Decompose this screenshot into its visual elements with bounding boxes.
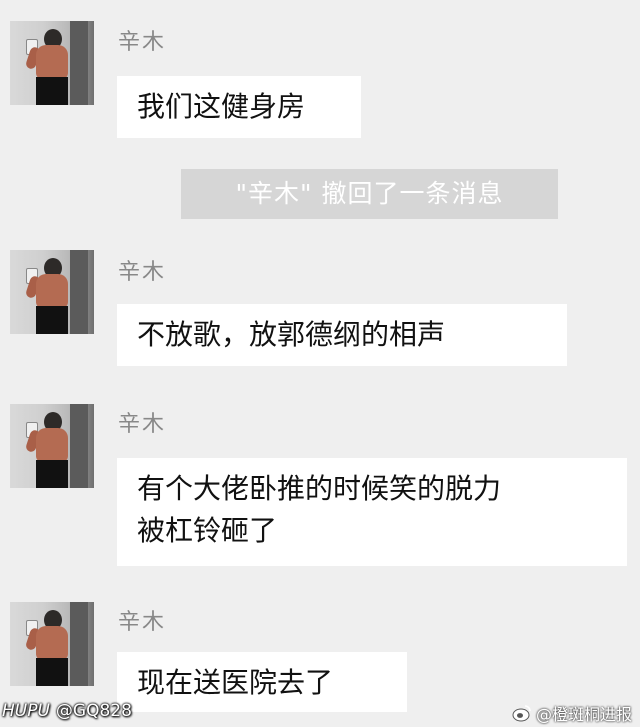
message-text-line-2: 被杠铃砸了 (137, 514, 278, 547)
watermark-text: @橙斑桐进报 (535, 705, 632, 724)
sender-name: 辛木 (118, 30, 167, 55)
message-text-line-1: 有个大佬卧推的时候笑的脱力 (137, 472, 502, 505)
sender-avatar[interactable] (10, 250, 94, 334)
sender-avatar[interactable] (10, 21, 94, 105)
hupu-brand: HUPU (2, 701, 50, 721)
sender-name: 辛木 (118, 412, 167, 437)
message-bubble[interactable]: 有个大佬卧推的时候笑的脱力 被杠铃砸了 (117, 458, 627, 566)
message-bubble[interactable]: 我们这健身房 (117, 76, 361, 138)
watermark-right: @橙斑桐进报 (512, 701, 632, 725)
sender-avatar[interactable] (10, 404, 94, 488)
recall-notice: "辛木" 撤回了一条消息 (181, 169, 558, 219)
sender-name: 辛木 (118, 260, 167, 285)
message-text: 我们这健身房 (137, 90, 306, 123)
sender-name: 辛木 (118, 610, 167, 635)
watermark-handle: @GQ828 (55, 701, 132, 721)
watermark-left: HUPU @GQ828 (2, 701, 132, 721)
message-text: 现在送医院去了 (137, 666, 334, 699)
weibo-icon (512, 704, 532, 722)
message-text: 不放歌，放郭德纲的相声 (137, 318, 446, 351)
sender-avatar[interactable] (10, 602, 94, 686)
message-bubble[interactable]: 不放歌，放郭德纲的相声 (117, 304, 567, 366)
chat-screen: 辛木 我们这健身房 "辛木" 撤回了一条消息 辛木 不放歌，放郭德纲的相声 辛木… (0, 0, 640, 727)
message-bubble[interactable]: 现在送医院去了 (117, 652, 407, 712)
